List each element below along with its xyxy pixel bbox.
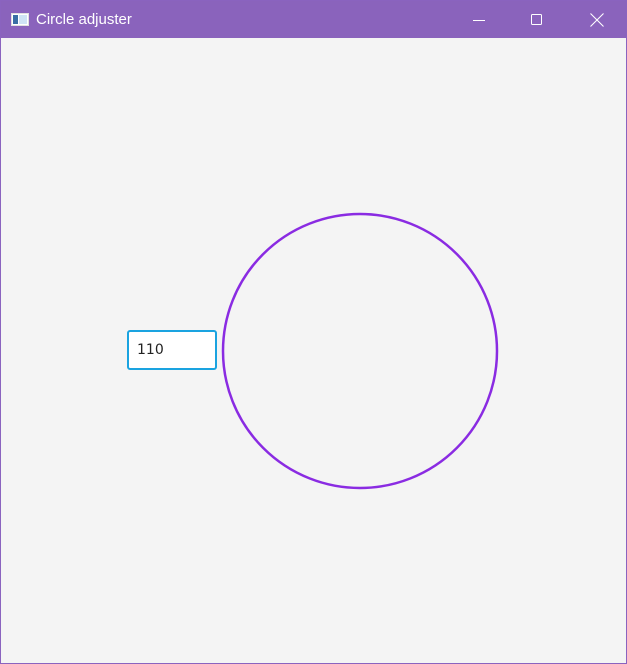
- window-title: Circle adjuster: [36, 11, 132, 28]
- app-window: Circle adjuster: [0, 0, 627, 664]
- minimize-icon: [473, 19, 485, 21]
- close-icon: [590, 12, 604, 27]
- close-button[interactable]: [568, 1, 626, 38]
- maximize-icon: [531, 13, 542, 25]
- adjustable-circle: [221, 212, 499, 490]
- title-bar[interactable]: Circle adjuster: [1, 1, 626, 38]
- radius-input[interactable]: [127, 330, 217, 370]
- app-icon: [11, 13, 29, 26]
- minimize-button[interactable]: [450, 1, 508, 38]
- circle-canvas: [221, 212, 499, 490]
- canvas-area: [1, 38, 626, 663]
- maximize-button[interactable]: [508, 1, 566, 38]
